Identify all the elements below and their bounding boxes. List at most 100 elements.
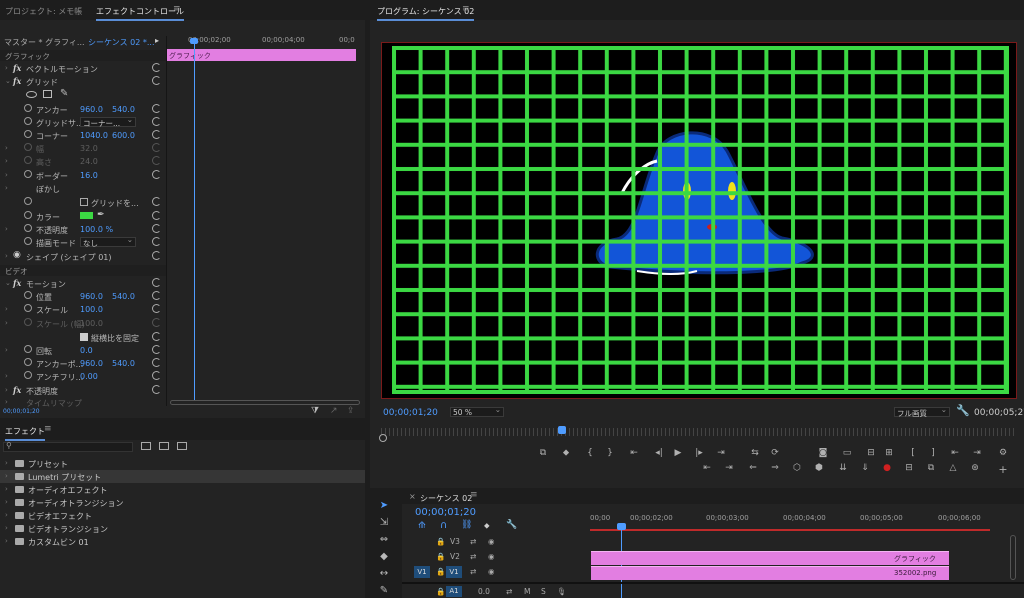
reset-icon[interactable] <box>152 197 161 206</box>
lift-clip-icon[interactable]: ⬡ <box>790 463 804 473</box>
position-y-value[interactable]: 540.0 <box>112 292 135 301</box>
audio-volume-value[interactable]: 0.0 <box>478 587 490 596</box>
camera-icon[interactable]: ◙ <box>816 448 830 458</box>
property-vector-motion[interactable]: › fx ベクトルモーション <box>0 62 166 75</box>
timeline-timecode[interactable]: 00;00;01;20 <box>415 507 476 518</box>
property-feather[interactable]: › ぼかし <box>0 182 166 195</box>
grid-size-dropdown[interactable]: コーナー... <box>80 115 136 128</box>
reset-icon[interactable] <box>152 345 161 354</box>
effects-item-video-effects[interactable]: › ビデオエフェクト <box>0 509 365 522</box>
track-label[interactable]: V3 <box>450 537 460 546</box>
master-clip-label[interactable]: マスター * グラフィ... <box>4 37 85 48</box>
sync-lock-icon[interactable]: ⇄ <box>470 567 476 576</box>
reset-icon[interactable] <box>152 371 161 380</box>
position-x-value[interactable]: 960.0 <box>80 292 103 301</box>
effects-item-audio-transitions[interactable]: › オーディオトランジション <box>0 496 365 509</box>
invert-checkbox[interactable] <box>80 198 88 206</box>
track-v2[interactable]: 🔒 V2 ⇄ ◉ <box>402 550 590 566</box>
reset-icon[interactable] <box>152 63 161 72</box>
property-anchor-point[interactable]: アンカーポ... 960.0 540.0 <box>0 357 166 370</box>
property-scale[interactable]: › スケール 100.0 <box>0 303 166 316</box>
32bit-filter-icon[interactable] <box>159 442 169 450</box>
add-button-icon[interactable]: + <box>996 463 1010 476</box>
extract-clip-icon[interactable]: ⬢ <box>812 463 826 473</box>
close-tab-icon[interactable]: × <box>409 492 416 501</box>
mute-button[interactable]: M <box>524 587 530 596</box>
add-marker-icon[interactable]: ⬥ <box>559 448 573 458</box>
lock-icon[interactable]: 🔒 <box>436 552 445 561</box>
effects-search-input[interactable]: ⚲ <box>3 441 133 452</box>
track-label[interactable]: V1 <box>446 566 462 578</box>
play-icon[interactable]: ▶ <box>671 448 685 458</box>
eye-icon[interactable]: ◉ <box>488 567 495 576</box>
property-position[interactable]: 位置 960.0 540.0 <box>0 290 166 303</box>
go-to-next-edit-icon[interactable]: ⇥ <box>970 448 984 458</box>
anti-flicker-value[interactable]: 0.00 <box>80 372 98 381</box>
mark-in-icon[interactable]: { <box>583 448 597 458</box>
property-corner[interactable]: コーナー 1040.0 600.0 <box>0 129 166 142</box>
mini-playhead[interactable] <box>194 40 195 400</box>
color-swatch[interactable] <box>80 212 93 219</box>
timeline-settings-icon[interactable]: 🔧 <box>506 520 517 530</box>
timeline-ruler[interactable]: 00;00 00;00;02;00 00;00;03;00 00;00;04;0… <box>590 514 990 528</box>
border-value[interactable]: 16.0 <box>80 171 98 180</box>
yuv-filter-icon[interactable] <box>177 442 187 450</box>
eye-icon[interactable]: ◉ <box>13 250 21 260</box>
snap-icon[interactable]: ∩ <box>440 520 447 531</box>
effects-item-lumetri-presets[interactable]: › Lumetri プリセット <box>0 470 365 483</box>
eye-icon[interactable]: ◉ <box>488 537 495 546</box>
step-forward-one-icon[interactable]: ⇒ <box>768 463 782 473</box>
extract-icon[interactable]: ⊞ <box>882 448 896 458</box>
stopwatch-icon[interactable] <box>24 211 32 219</box>
sync-lock-icon[interactable]: ⇄ <box>506 587 512 596</box>
effects-item-audio-effects[interactable]: › オーディオエフェクト <box>0 483 365 496</box>
reset-icon[interactable] <box>152 224 161 233</box>
mini-scrollbar[interactable] <box>170 400 360 405</box>
property-color[interactable]: カラー ✒ <box>0 210 166 223</box>
stopwatch-icon[interactable] <box>24 371 32 379</box>
tab-effect-controls[interactable]: エフェクトコントロール <box>96 6 184 21</box>
razor-tool-icon[interactable]: ◆ <box>377 551 391 565</box>
panel-menu-icon[interactable]: ≡ <box>470 490 478 500</box>
mini-playhead-handle[interactable] <box>190 38 198 44</box>
reset-icon[interactable] <box>152 117 161 126</box>
anchor-point-y-value[interactable]: 540.0 <box>112 359 135 368</box>
tab-program[interactable]: プログラム: シーケンス 02 <box>377 6 475 21</box>
reset-icon[interactable] <box>152 130 161 139</box>
anchor-y-value[interactable]: 540.0 <box>112 105 135 114</box>
property-border[interactable]: › ボーダー 16.0 <box>0 169 166 182</box>
lift-icon[interactable]: ⊟ <box>864 448 878 458</box>
panel-menu-icon[interactable]: ≡ <box>173 4 181 14</box>
reset-icon[interactable] <box>152 278 161 287</box>
property-anti-flicker[interactable]: › アンチフリ... 0.00 <box>0 370 166 383</box>
track-label[interactable]: A1 <box>446 586 462 597</box>
trim-in-icon[interactable]: [ <box>906 448 920 458</box>
stopwatch-icon[interactable] <box>24 170 32 178</box>
trim-out-icon[interactable]: ] <box>926 448 940 458</box>
reset-icon[interactable] <box>152 170 161 179</box>
settings-icon[interactable]: ⚙ <box>996 448 1010 458</box>
effects-item-presets[interactable]: › プリセット <box>0 457 365 470</box>
reset-icon[interactable] <box>152 304 161 313</box>
insert-icon[interactable]: ⇊ <box>836 463 850 473</box>
mark-out-icon[interactable]: } <box>603 448 617 458</box>
step-forward-icon[interactable]: |▸ <box>692 448 706 458</box>
solo-button[interactable]: S <box>541 587 546 596</box>
stopwatch-icon[interactable] <box>24 224 32 232</box>
scale-value[interactable]: 100.0 <box>80 305 103 314</box>
track-label[interactable]: V2 <box>450 552 460 561</box>
effect-controls-timecode[interactable]: 00;00;01;20 <box>3 408 40 415</box>
step-back-one-icon[interactable]: ⇐ <box>746 463 760 473</box>
overwrite-icon[interactable]: ⇓ <box>858 463 872 473</box>
property-invert[interactable]: グリッドを... <box>0 196 166 209</box>
loop-icon[interactable]: ⟳ <box>768 448 782 458</box>
sequence-clip-label[interactable]: シーケンス 02 *... <box>88 37 155 48</box>
property-anchor[interactable]: アンカー 960.0 540.0 <box>0 103 166 116</box>
track-v1[interactable]: V1 🔒 V1 ⇄ ◉ <box>402 565 590 581</box>
tab-effects[interactable]: エフェクト <box>5 426 45 441</box>
property-rotation[interactable]: › 回転 0.0 <box>0 344 166 357</box>
step-back-icon[interactable]: ◂| <box>652 448 666 458</box>
reset-icon[interactable] <box>152 104 161 113</box>
property-shape[interactable]: › ◉ シェイプ (シェイプ 01) <box>0 250 166 263</box>
sync-lock-icon[interactable]: ⇄ <box>470 537 476 546</box>
